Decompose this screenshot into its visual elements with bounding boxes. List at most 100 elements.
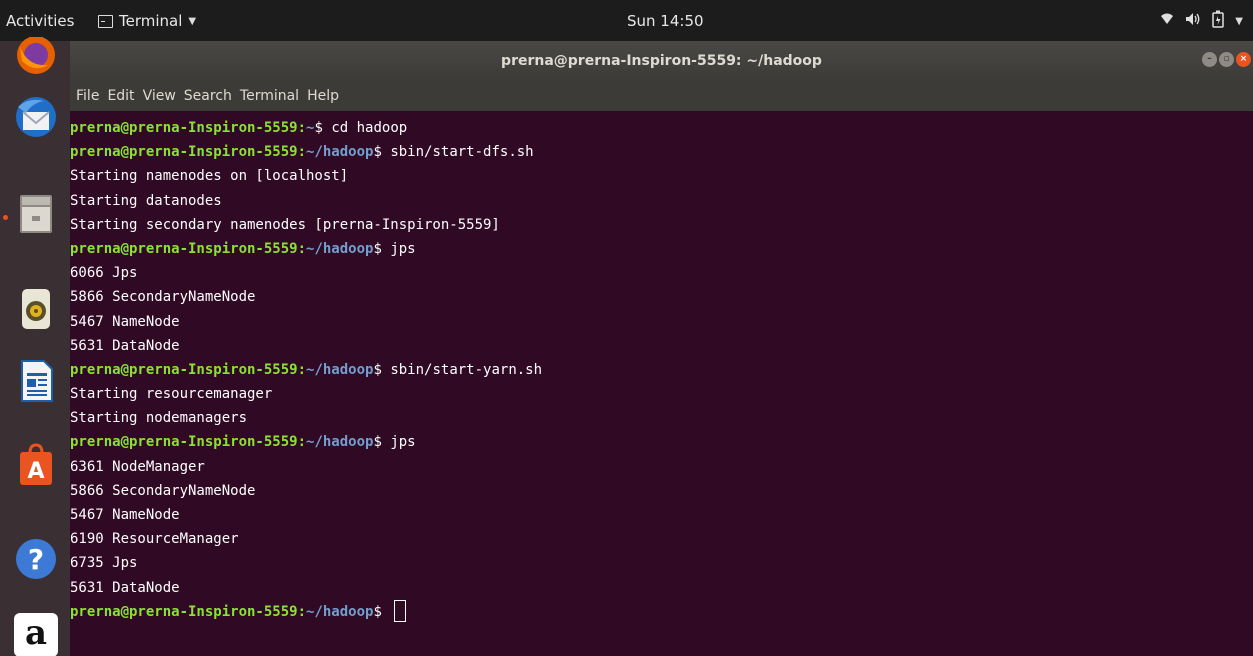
system-menu-chevron-icon: ▼ xyxy=(1235,15,1243,27)
activities-button[interactable]: Activities xyxy=(6,12,74,30)
menu-edit[interactable]: Edit xyxy=(107,88,134,104)
libreoffice-writer-icon[interactable] xyxy=(14,359,58,403)
prompt-line: prerna@prerna-Inspiron-5559:~$ cd hadoop xyxy=(70,116,1253,140)
output-line: Starting namenodes on [localhost] xyxy=(70,164,1253,188)
terminal-cursor xyxy=(394,599,407,622)
output-text: 5467 NameNode xyxy=(70,313,180,330)
output-text: 5866 SecondaryNameNode xyxy=(70,289,256,306)
prompt-symbol: $ xyxy=(373,361,391,378)
desktop-screen: Activities Terminal ▼ Sun 14:50 ▼ A ? a … xyxy=(0,0,1253,656)
command-text: jps xyxy=(390,240,416,257)
output-line: 5866 SecondaryNameNode xyxy=(70,285,1253,309)
prompt-user: prerna@prerna-Inspiron-5559: xyxy=(70,361,307,378)
software-center-glyph: A xyxy=(27,459,44,484)
window-title: prerna@prerna-Inspiron-5559: ~/hadoop xyxy=(501,53,822,69)
launcher-dock: A ? a xyxy=(0,37,70,656)
files-icon[interactable] xyxy=(14,191,58,235)
menu-view[interactable]: View xyxy=(143,88,176,104)
output-line: 6190 ResourceManager xyxy=(70,527,1253,551)
output-line: 5467 NameNode xyxy=(70,310,1253,334)
output-line: 6735 Jps xyxy=(70,551,1253,575)
prompt-user: prerna@prerna-Inspiron-5559: xyxy=(70,120,307,136)
prompt-symbol: $ xyxy=(373,434,391,451)
output-text: 6190 ResourceManager xyxy=(70,531,239,548)
command-text: cd hadoop xyxy=(331,120,408,136)
output-line: 5631 DataNode xyxy=(70,334,1253,358)
amazon-icon[interactable]: a xyxy=(14,613,58,656)
top-panel: Activities Terminal ▼ Sun 14:50 ▼ xyxy=(0,0,1253,41)
terminal-output[interactable]: prerna@prerna-Inspiron-5559:~$ cd hadoop… xyxy=(70,111,1253,656)
output-text: 5631 DataNode xyxy=(70,579,180,596)
prompt-user: prerna@prerna-Inspiron-5559: xyxy=(70,240,307,257)
firefox-icon[interactable] xyxy=(14,37,58,81)
output-line: Starting secondary namenodes [prerna-Ins… xyxy=(70,213,1253,237)
output-text: 6735 Jps xyxy=(70,555,138,572)
prompt-line: prerna@prerna-Inspiron-5559:~/hadoop$ xyxy=(70,599,1253,624)
window-controls: – ▫ × xyxy=(1202,52,1251,67)
terminal-window: prerna@prerna-Inspiron-5559: ~/hadoop – … xyxy=(70,41,1253,656)
prompt-user: prerna@prerna-Inspiron-5559: xyxy=(70,434,307,451)
amazon-glyph: a xyxy=(24,613,48,653)
prompt-line: prerna@prerna-Inspiron-5559:~/hadoop$ jp… xyxy=(70,430,1253,454)
system-status-area[interactable]: ▼ xyxy=(1160,10,1243,32)
prompt-line: prerna@prerna-Inspiron-5559:~/hadoop$ sb… xyxy=(70,140,1253,164)
output-line: Starting resourcemanager xyxy=(70,382,1253,406)
prompt-path: ~/hadoop xyxy=(306,361,374,378)
prompt-symbol: $ xyxy=(373,603,391,620)
output-text: Starting resourcemanager xyxy=(70,386,273,403)
prompt-line: prerna@prerna-Inspiron-5559:~/hadoop$ jp… xyxy=(70,237,1253,261)
output-text: Starting nodemanagers xyxy=(70,410,248,427)
wifi-icon xyxy=(1160,12,1174,30)
prompt-path: ~/hadoop xyxy=(306,603,374,620)
menu-search[interactable]: Search xyxy=(184,88,232,104)
output-text: Starting secondary namenodes [prerna-Ins… xyxy=(70,216,500,233)
volume-icon xyxy=(1185,12,1201,30)
menu-help[interactable]: Help xyxy=(307,88,339,104)
output-text: 6361 NodeManager xyxy=(70,458,205,475)
output-line: 6361 NodeManager xyxy=(70,455,1253,479)
software-center-icon[interactable]: A xyxy=(14,443,58,487)
output-line: 5467 NameNode xyxy=(70,503,1253,527)
menu-file[interactable]: File xyxy=(76,88,99,104)
prompt-path: ~/hadoop xyxy=(306,144,374,161)
output-line: Starting datanodes xyxy=(70,189,1253,213)
output-line: 6066 Jps xyxy=(70,261,1253,285)
menu-bar: File Edit View Search Terminal Help xyxy=(70,81,1253,111)
thunderbird-icon[interactable] xyxy=(14,95,58,139)
output-line: Starting nodemanagers xyxy=(70,406,1253,430)
prompt-line: prerna@prerna-Inspiron-5559:~/hadoop$ sb… xyxy=(70,358,1253,382)
clock[interactable]: Sun 14:50 xyxy=(627,12,704,30)
maximize-button[interactable]: ▫ xyxy=(1219,52,1234,67)
prompt-symbol: $ xyxy=(373,240,391,257)
battery-icon xyxy=(1212,10,1225,32)
output-line: 5631 DataNode xyxy=(70,576,1253,600)
output-text: Starting datanodes xyxy=(70,192,222,209)
prompt-user: prerna@prerna-Inspiron-5559: xyxy=(70,603,307,620)
prompt-symbol: $ xyxy=(314,120,332,136)
prompt-symbol: $ xyxy=(373,144,391,161)
chevron-down-icon: ▼ xyxy=(188,15,197,27)
command-text: jps xyxy=(390,434,416,451)
rhythmbox-icon[interactable] xyxy=(14,287,58,331)
terminal-app-icon xyxy=(98,14,113,28)
prompt-user: prerna@prerna-Inspiron-5559: xyxy=(70,144,307,161)
output-text: 5631 DataNode xyxy=(70,337,180,354)
output-text: 5467 NameNode xyxy=(70,507,180,523)
help-icon[interactable]: ? xyxy=(14,537,58,581)
prompt-path: ~/hadoop xyxy=(306,434,374,451)
command-text: sbin/start-dfs.sh xyxy=(390,144,534,161)
output-line: 5866 SecondaryNameNode xyxy=(70,479,1253,503)
prompt-path: ~/hadoop xyxy=(306,240,374,257)
output-text: Starting namenodes on [localhost] xyxy=(70,168,349,185)
running-indicator xyxy=(3,215,8,220)
help-glyph: ? xyxy=(28,543,44,576)
command-text: sbin/start-yarn.sh xyxy=(390,361,543,378)
window-titlebar[interactable]: prerna@prerna-Inspiron-5559: ~/hadoop – … xyxy=(70,41,1253,81)
app-menu-label: Terminal xyxy=(119,12,183,30)
output-text: 6066 Jps xyxy=(70,265,138,282)
minimize-button[interactable]: – xyxy=(1202,52,1217,67)
close-button[interactable]: × xyxy=(1236,52,1251,67)
app-menu-terminal[interactable]: Terminal ▼ xyxy=(98,12,196,30)
menu-terminal[interactable]: Terminal xyxy=(240,88,299,104)
output-text: 5866 SecondaryNameNode xyxy=(70,482,256,499)
